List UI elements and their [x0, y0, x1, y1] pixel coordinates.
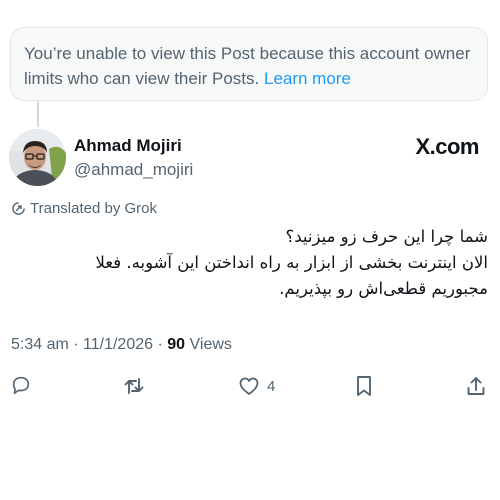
like-button[interactable]: 4 — [237, 374, 275, 398]
heart-icon — [237, 374, 261, 398]
avatar[interactable] — [9, 129, 66, 186]
restricted-post-notice: You’re unable to view this Post because … — [10, 27, 488, 101]
post-date[interactable]: 11/1/2026 — [83, 336, 153, 353]
bookmark-icon — [353, 374, 375, 398]
learn-more-link[interactable]: Learn more — [264, 69, 351, 88]
repost-button[interactable] — [122, 374, 146, 398]
author-name[interactable]: Ahmad Mojiri — [74, 136, 182, 156]
repost-icon — [122, 374, 146, 398]
post-line: الان اینترنت بخشی از ابزار به راه انداخت… — [95, 253, 488, 272]
post-time[interactable]: 5:34 am — [11, 336, 69, 353]
reply-icon — [10, 374, 32, 396]
meta-separator: · — [68, 336, 84, 353]
post-line: شما چرا این حرف زو میزنید؟ — [285, 227, 489, 246]
translate-icon — [11, 201, 26, 216]
like-count: 4 — [267, 377, 276, 395]
meta-separator: · — [153, 336, 168, 353]
translated-label: Translated by Grok — [30, 200, 157, 217]
views-label: Views — [189, 336, 232, 353]
thread-connector-line — [37, 101, 39, 127]
action-bar: 4 — [0, 370, 500, 402]
notice-text: You’re unable to view this Post because … — [24, 44, 471, 88]
avatar-photo — [9, 129, 66, 186]
views-count: 90 — [167, 336, 186, 353]
post-text: شما چرا این حرف زو میزنید؟ الان اینترنت … — [10, 224, 488, 302]
author-handle[interactable]: @ahmad_mojiri — [74, 160, 193, 180]
share-button[interactable] — [465, 374, 487, 398]
bookmark-button[interactable] — [353, 374, 375, 398]
source-label: X.com — [415, 134, 479, 159]
post-line: مجبوریم قطعی‌اش رو بپذیریم. — [279, 279, 488, 298]
reply-button[interactable] — [10, 374, 32, 396]
translated-by-grok[interactable]: Translated by Grok — [11, 200, 157, 217]
post-meta: 5:34 am · 11/1/2026 · 90 Views — [11, 336, 232, 354]
share-icon — [465, 374, 487, 398]
